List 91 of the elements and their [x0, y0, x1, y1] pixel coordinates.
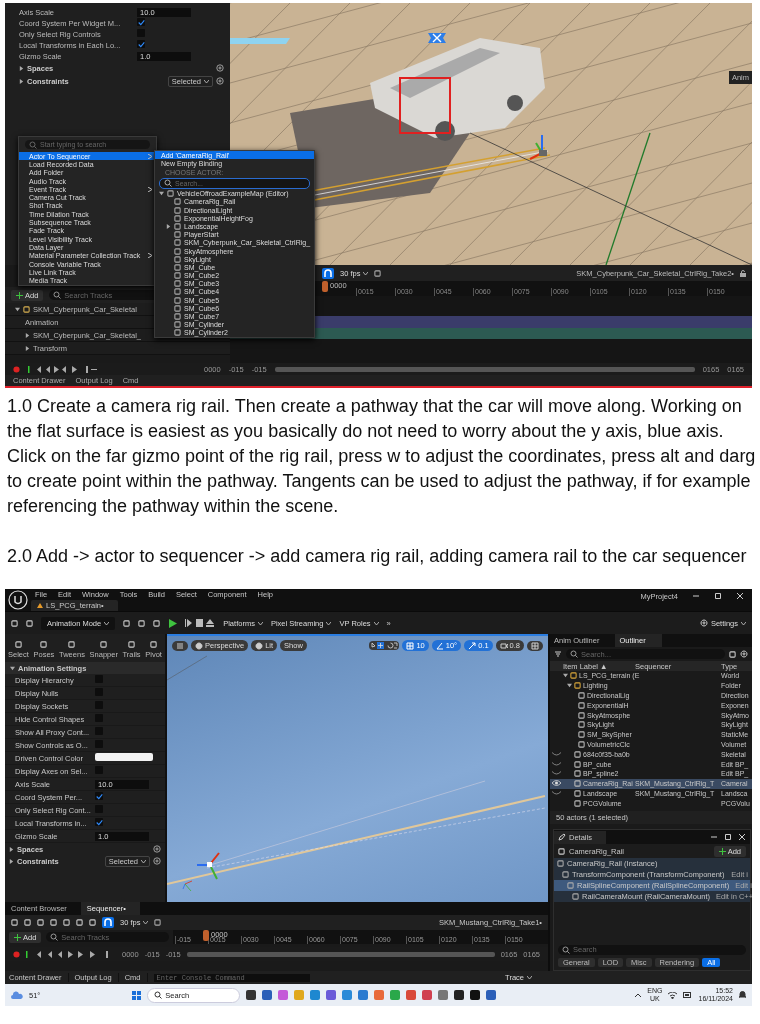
- caret-icon: [326, 621, 332, 625]
- search-icon: [164, 179, 172, 188]
- caret-icon: [143, 921, 149, 924]
- caret-icon: [373, 621, 379, 625]
- instruction-paragraph: 2.0 Add -> actor to sequencer -> add camera rig rail, adding camera rail to the car sequencer: [7, 545, 748, 568]
- plus-icon: [14, 933, 21, 941]
- battery-icon[interactable]: [683, 992, 693, 998]
- menu-button[interactable]: [172, 640, 188, 651]
- axis-indicator-icon: [182, 880, 193, 892]
- collapsed-arrow-icon[interactable]: [25, 332, 30, 338]
- close-icon: [736, 592, 744, 600]
- expanded-arrow-icon[interactable]: [15, 306, 20, 312]
- bounding-box: [399, 77, 451, 134]
- gizmo-icon: [529, 134, 547, 160]
- caret-icon: [257, 621, 263, 625]
- caret-icon: [741, 621, 746, 625]
- settings-icon: [699, 619, 708, 627]
- add-icon[interactable]: [216, 64, 224, 72]
- add-icon[interactable]: [153, 845, 161, 853]
- add-icon[interactable]: [216, 77, 224, 85]
- weather-icon[interactable]: [11, 991, 23, 999]
- expanded-arrow-icon[interactable]: [10, 665, 15, 671]
- collapsed-arrow-icon[interactable]: [25, 345, 30, 351]
- search-icon: [29, 140, 37, 149]
- playhead[interactable]: [203, 930, 209, 941]
- bell-icon[interactable]: [739, 991, 746, 999]
- transform-tools-icon[interactable]: [369, 641, 400, 650]
- search-icon: [154, 991, 163, 999]
- expanded-arrow-icon[interactable]: [567, 683, 572, 689]
- playback-controls-icon[interactable]: [28, 365, 98, 373]
- gizmo-icon: [196, 852, 220, 880]
- sky-patch: [230, 38, 290, 44]
- closed-eye-icon[interactable]: [552, 760, 561, 767]
- app-icon[interactable]: [454, 990, 465, 1000]
- minimize-icon: [692, 592, 700, 600]
- thin-line: [167, 655, 208, 681]
- lock-icon[interactable]: [740, 269, 746, 277]
- play-button[interactable]: [168, 618, 178, 628]
- collapsed-arrow-icon[interactable]: [19, 65, 24, 71]
- layout-button[interactable]: [527, 640, 543, 651]
- expanded-arrow-icon[interactable]: [159, 191, 164, 197]
- grid-icon: [406, 641, 415, 650]
- wifi-icon[interactable]: [668, 991, 678, 999]
- checkbox[interactable]: [137, 18, 145, 27]
- caret-icon: [204, 79, 209, 83]
- expanded-arrow-icon[interactable]: [563, 673, 568, 679]
- caret-icon: [527, 976, 532, 979]
- caret-icon: [363, 271, 369, 275]
- layout-icon: [531, 641, 539, 650]
- level-icon: [37, 603, 43, 608]
- closed-eye-icon[interactable]: [552, 789, 561, 796]
- windows-icon[interactable]: [132, 990, 142, 1000]
- collapsed-arrow-icon[interactable]: [19, 78, 24, 84]
- close-icon: [738, 833, 746, 842]
- timeline-scrollbar[interactable]: [186, 951, 495, 957]
- filter-icon: [554, 650, 562, 658]
- logo-icon[interactable]: [8, 590, 28, 610]
- caret-icon[interactable]: [635, 993, 642, 997]
- record-button[interactable]: [13, 950, 20, 958]
- pencil-icon: [558, 833, 566, 842]
- angle-icon: [435, 641, 444, 650]
- maximize-icon: [724, 833, 732, 842]
- record-button[interactable]: [13, 365, 20, 373]
- magnet-button[interactable]: [102, 917, 114, 928]
- closed-eye-icon[interactable]: [552, 750, 561, 757]
- search-icon: [50, 933, 59, 941]
- maximize-icon: [714, 592, 722, 600]
- magnet-button[interactable]: [322, 267, 334, 279]
- checkbox[interactable]: [95, 675, 103, 683]
- color-swatch[interactable]: [95, 753, 153, 761]
- search-icon: [53, 291, 62, 299]
- plus-icon: [16, 291, 23, 299]
- timeline-scrollbar[interactable]: [274, 366, 695, 372]
- checkbox[interactable]: [95, 792, 103, 801]
- caret-icon: [141, 859, 146, 863]
- instruction-paragraph: 1.0 Create a camera rig rail. Then create a pathway that the car will move along. Working on the flat surface is easiest as you basically do not need to worry about the y axis, blue axis. Click on the far gizmo point of the rig rail, press w to adjust the coordinates, press alt and darg to create point within the pathway. Tangents can be used to adjust the pathway, if for example referencing the pathway within the scene.: [7, 395, 756, 518]
- settings-icon: [740, 650, 748, 658]
- marker-icon: [428, 33, 446, 43]
- checkbox[interactable]: [95, 818, 103, 827]
- playback-controls-icon[interactable]: [185, 619, 216, 627]
- add-icon[interactable]: [153, 857, 161, 865]
- collapsed-arrow-icon[interactable]: [166, 223, 171, 229]
- checkbox[interactable]: [137, 40, 145, 49]
- closed-eye-icon[interactable]: [552, 770, 561, 777]
- plus-icon: [718, 847, 726, 855]
- search-icon: [570, 650, 578, 658]
- scale-icon: [468, 641, 477, 650]
- caret-icon: [104, 621, 110, 625]
- search-icon: [562, 945, 570, 954]
- app-icon[interactable]: [246, 990, 257, 1000]
- app-icon[interactable]: [470, 990, 481, 1000]
